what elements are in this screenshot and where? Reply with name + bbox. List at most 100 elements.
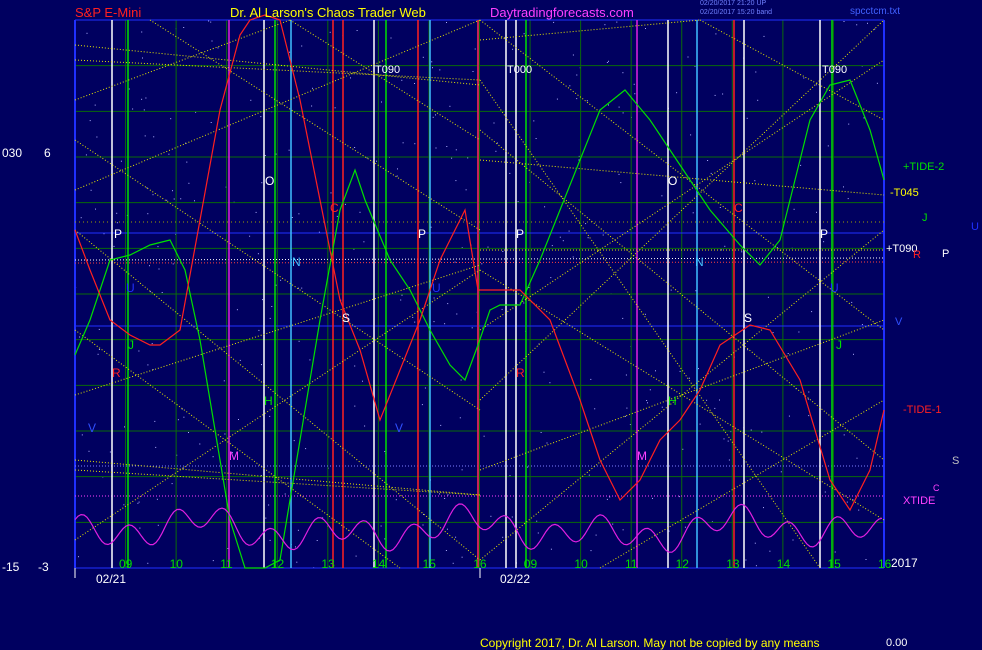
- star-dot: [622, 112, 624, 114]
- star-dot: [723, 438, 725, 440]
- star-dot: [646, 400, 648, 401]
- star-dot: [79, 336, 81, 338]
- star-dot: [330, 192, 332, 194]
- star-dot: [414, 143, 416, 145]
- right-letter-s: S: [952, 455, 960, 467]
- star-dot: [396, 175, 398, 177]
- star-dot: [612, 523, 614, 525]
- letter-marker: O: [668, 174, 677, 188]
- star-dot: [139, 527, 141, 529]
- star-dot: [444, 498, 446, 499]
- star-dot: [699, 423, 701, 425]
- star-dot: [435, 114, 436, 116]
- star-dot: [461, 469, 463, 471]
- star-dot: [852, 499, 854, 501]
- star-dot: [843, 186, 844, 188]
- star-dot: [678, 496, 680, 498]
- star-dot: [670, 289, 672, 291]
- letter-marker: H: [668, 394, 677, 408]
- letter-marker: S: [342, 311, 350, 325]
- diagonal-line: [479, 79, 821, 569]
- star-dot: [291, 217, 293, 218]
- star-dot: [336, 215, 338, 217]
- star-dot: [188, 182, 190, 184]
- star-dot: [376, 160, 377, 162]
- star-dot: [608, 104, 609, 106]
- star-dot: [606, 498, 608, 500]
- star-dot: [446, 528, 448, 530]
- star-dot: [706, 399, 708, 401]
- x-tick-label: 11: [220, 557, 233, 571]
- star-dot: [257, 253, 259, 255]
- star-dot: [624, 415, 626, 417]
- letter-marker: U: [126, 281, 135, 295]
- star-dot: [590, 378, 592, 380]
- star-dot: [649, 389, 651, 391]
- x-tick-label: 15: [827, 557, 841, 571]
- star-dot: [284, 493, 286, 495]
- star-dot: [261, 364, 262, 366]
- star-dot: [714, 94, 716, 96]
- star-dot: [440, 424, 442, 426]
- star-dot: [543, 371, 545, 373]
- star-dot: [433, 297, 435, 299]
- star-dot: [787, 353, 789, 354]
- star-dot: [622, 317, 624, 319]
- star-dot: [763, 507, 764, 509]
- star-dot: [85, 154, 87, 156]
- legend-tide-2: +TIDE-2: [903, 161, 945, 173]
- star-dot: [690, 134, 692, 136]
- star-dot: [364, 425, 366, 427]
- star-dot: [843, 434, 845, 436]
- timestamp-2: 02/20/2017 15:20 band: [700, 9, 773, 16]
- star-dot: [754, 180, 756, 182]
- star-dot: [608, 60, 609, 62]
- star-dot: [329, 31, 331, 33]
- star-dot: [551, 245, 553, 247]
- star-dot: [183, 27, 185, 28]
- star-dot: [722, 93, 724, 95]
- star-dot: [595, 534, 597, 536]
- star-dot: [750, 429, 752, 431]
- site-url[interactable]: Daytradingforecasts.com: [490, 5, 634, 20]
- star-dot: [622, 529, 624, 531]
- star-dot: [793, 208, 795, 210]
- star-dot: [698, 368, 699, 370]
- star-dot: [568, 230, 570, 232]
- star-dot: [422, 56, 424, 58]
- star-dot: [380, 525, 382, 527]
- legend-tide-1: -TIDE-1: [903, 404, 942, 416]
- star-dot: [422, 524, 424, 526]
- star-dot: [874, 28, 876, 30]
- star-dot: [546, 442, 548, 444]
- star-dot: [154, 420, 156, 422]
- letter-marker: U: [830, 281, 839, 295]
- star-dot: [861, 324, 863, 326]
- star-dot: [594, 408, 596, 410]
- star-dot: [798, 331, 800, 333]
- x-tick-label: 15: [423, 557, 437, 571]
- left-axis-bottom-b: -3: [38, 560, 49, 574]
- star-dot: [715, 33, 717, 35]
- star-dot: [780, 471, 782, 473]
- star-dot: [800, 164, 802, 166]
- star-dot: [687, 56, 689, 58]
- star-dot: [293, 440, 295, 442]
- star-dot: [168, 153, 170, 155]
- star-dot: [645, 28, 646, 29]
- star-dot: [153, 136, 155, 138]
- star-dot: [236, 309, 238, 311]
- star-dot: [435, 147, 437, 149]
- diagonal-line: [289, 19, 481, 141]
- star-dot: [846, 501, 848, 503]
- star-dot: [157, 246, 159, 248]
- star-dot: [616, 21, 618, 23]
- star-dot: [511, 516, 513, 518]
- star-dot: [288, 149, 290, 151]
- letter-marker: P: [820, 227, 828, 241]
- star-dot: [445, 550, 447, 551]
- label-t045: -T045: [890, 187, 919, 199]
- star-dot: [824, 491, 826, 493]
- star-dot: [355, 555, 357, 557]
- star-dot: [745, 559, 747, 561]
